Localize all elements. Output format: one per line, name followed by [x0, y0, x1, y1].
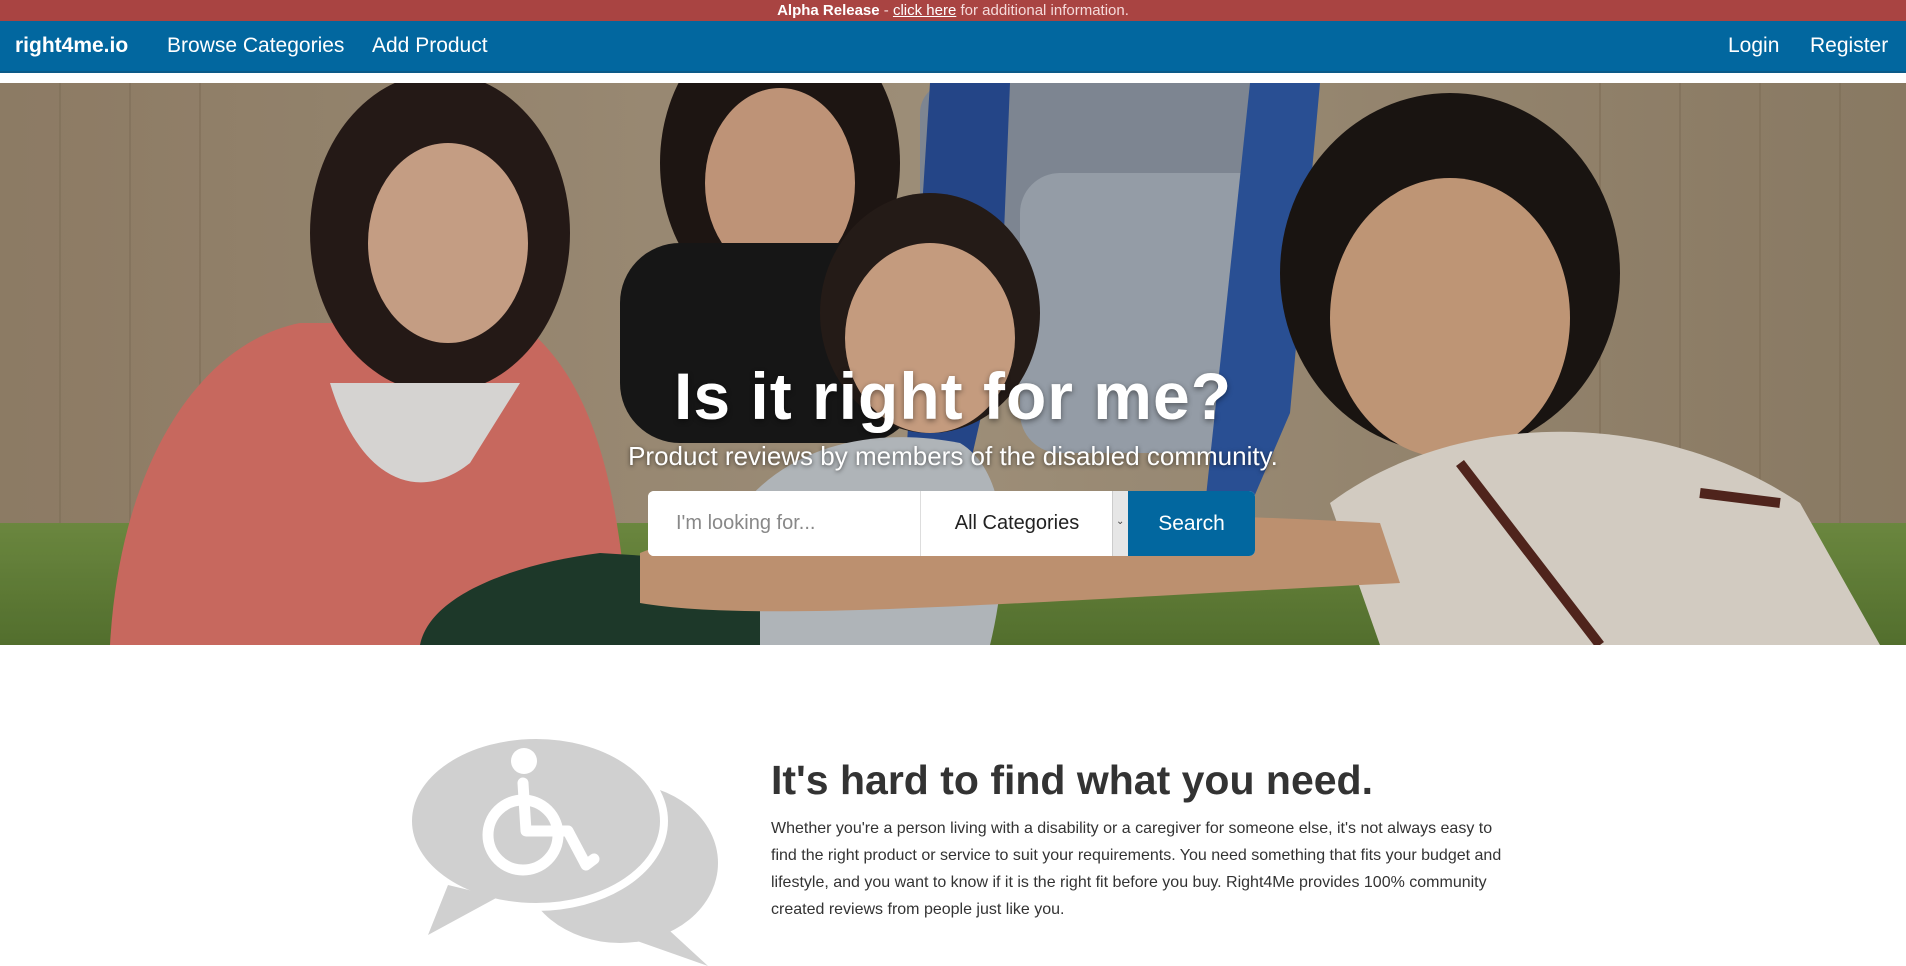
- category-select-value: All Categories: [954, 512, 1080, 534]
- alpha-release-suffix: for additional information.: [956, 2, 1129, 19]
- alpha-release-title: Alpha Release: [777, 2, 880, 19]
- chevron-down-icon: ⌄: [1116, 516, 1125, 527]
- feature-title: It's hard to find what you need.: [771, 757, 1373, 803]
- alpha-release-separator: -: [879, 2, 893, 19]
- wheelchair-chat-bubbles-icon: [408, 735, 718, 966]
- feature-description: Whether you're a person living with a di…: [771, 820, 1502, 918]
- nav-register[interactable]: Register: [1810, 34, 1888, 58]
- brand-logo[interactable]: right4me.io: [15, 34, 128, 58]
- nav-browse-categories[interactable]: Browse Categories: [167, 34, 344, 58]
- hero-section: Is it right for me? Product reviews by m…: [0, 83, 1906, 645]
- main-navbar: right4me.io Browse Categories Add Produc…: [0, 21, 1906, 73]
- category-select-toggle[interactable]: ⌄: [1112, 491, 1128, 556]
- hero-subtitle: Product reviews by members of the disabl…: [628, 441, 1278, 471]
- alpha-info-link[interactable]: click here: [893, 2, 956, 19]
- search-input[interactable]: [648, 491, 920, 556]
- nav-add-product[interactable]: Add Product: [372, 34, 488, 58]
- hero-title: Is it right for me?: [673, 359, 1233, 433]
- category-select[interactable]: All Categories ⌄: [920, 491, 1128, 556]
- search-button[interactable]: Search: [1128, 491, 1255, 556]
- nav-login[interactable]: Login: [1728, 34, 1779, 58]
- search-form: All Categories ⌄ Search: [648, 491, 1255, 556]
- alpha-release-banner: Alpha Release - click here for additiona…: [0, 0, 1906, 21]
